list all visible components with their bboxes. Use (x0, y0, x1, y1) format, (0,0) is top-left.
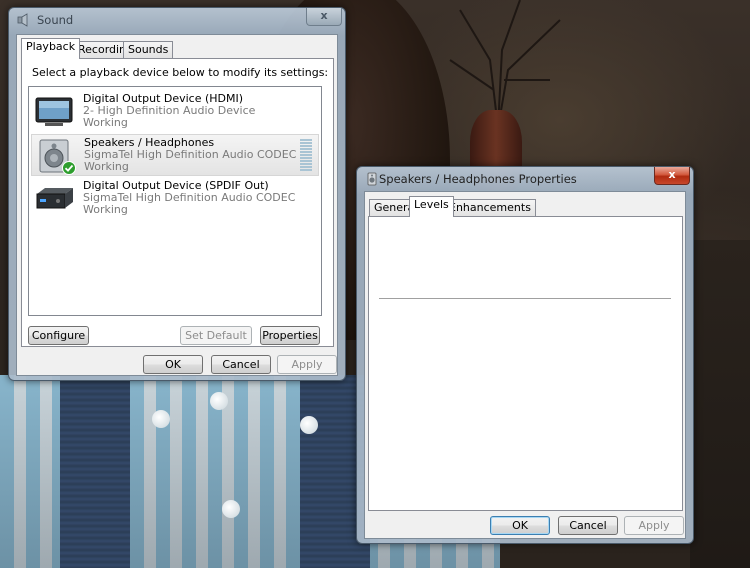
sound-title-bar[interactable]: Sound x (9, 8, 345, 32)
sound-window: Sound x Playback Recording Sounds Select… (8, 7, 346, 381)
properties-window: Speakers / Headphones Properties x Gener… (356, 166, 694, 544)
properties-window-title: Speakers / Headphones Properties (379, 172, 577, 186)
wallpaper-shirt-button (152, 410, 170, 428)
list-item-hdmi-device[interactable]: Digital Output Device (HDMI) 2- High Def… (31, 91, 319, 133)
list-item-spdif-device[interactable]: Digital Output Device (SPDIF Out) SigmaT… (31, 178, 319, 220)
wallpaper-shirt-button (300, 416, 318, 434)
default-device-check-icon (62, 161, 76, 175)
configure-button[interactable]: Configure (28, 326, 89, 345)
levels-separator (379, 298, 671, 300)
speaker-small-icon (367, 172, 377, 186)
monitor-icon (35, 97, 73, 126)
playback-panel: Select a playback device below to modify… (21, 58, 334, 347)
properties-button[interactable]: Properties (260, 326, 320, 345)
playback-device-list[interactable]: Digital Output Device (HDMI) 2- High Def… (28, 86, 322, 316)
sound-window-title: Sound (37, 13, 74, 27)
playback-instruction: Select a playback device below to modify… (32, 66, 329, 79)
wallpaper-shirt-button (210, 392, 228, 410)
device-status: Working (84, 160, 129, 173)
sound-apply-button[interactable]: Apply (277, 355, 337, 374)
tab-levels[interactable]: Levels (409, 196, 454, 217)
properties-client-area: General Levels Enhancements OK Cancel Ap… (364, 191, 686, 539)
sound-app-icon (17, 13, 28, 27)
properties-close-button[interactable]: x (654, 167, 690, 185)
tab-enhancements[interactable]: Enhancements (444, 199, 536, 217)
sound-ok-button[interactable]: OK (143, 355, 203, 374)
digital-output-box-icon (36, 188, 73, 209)
properties-apply-button[interactable]: Apply (624, 516, 684, 535)
wallpaper-shirt-button (222, 500, 240, 518)
set-default-button[interactable]: Set Default (180, 326, 252, 345)
volume-level-meter (300, 139, 312, 173)
wallpaper-suspender-left (60, 375, 130, 568)
sound-close-button[interactable]: x (306, 8, 342, 26)
device-status: Working (83, 203, 128, 216)
sound-cancel-button[interactable]: Cancel (211, 355, 271, 374)
properties-title-bar[interactable]: Speakers / Headphones Properties x (357, 167, 693, 191)
levels-panel (368, 216, 683, 511)
list-item-speakers-device[interactable]: Speakers / Headphones SigmaTel High Defi… (31, 134, 319, 176)
tab-playback[interactable]: Playback (21, 38, 81, 59)
device-status: Working (83, 116, 128, 129)
properties-ok-button[interactable]: OK (490, 516, 550, 535)
properties-cancel-button[interactable]: Cancel (558, 516, 618, 535)
tab-sounds[interactable]: Sounds (123, 41, 174, 59)
sound-client-area: Playback Recording Sounds Select a playb… (16, 34, 338, 376)
wallpaper-shadow (690, 240, 750, 568)
